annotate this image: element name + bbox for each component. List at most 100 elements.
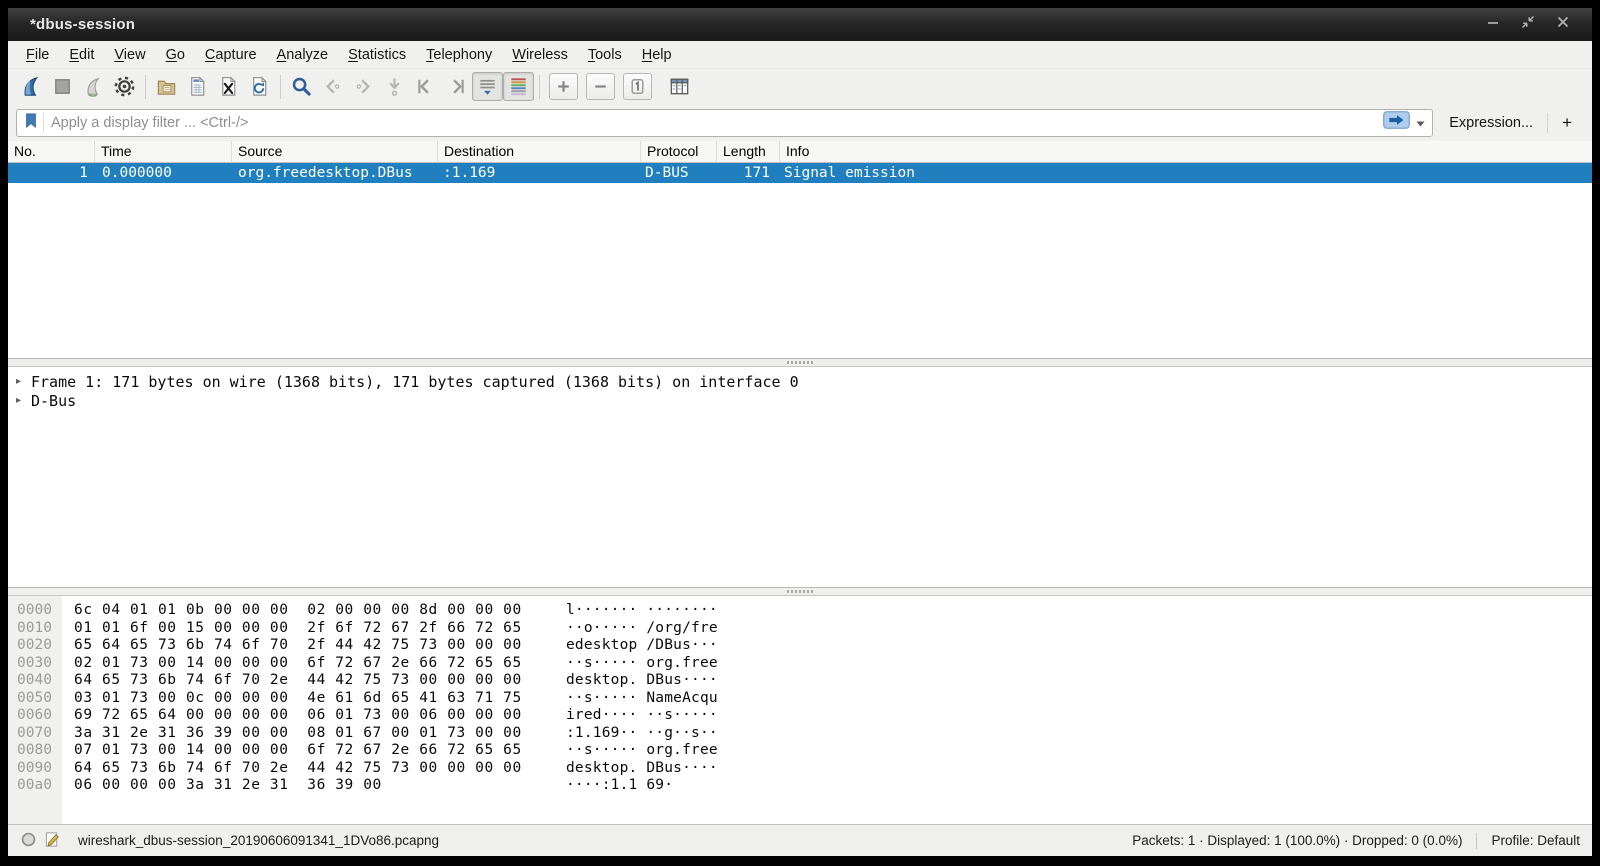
hex-row[interactable]: 0030 02 01 73 00 14 00 00 00 6f 72 67 2e …: [8, 655, 1592, 673]
menu-telephony[interactable]: Telephony: [416, 42, 502, 68]
resize-columns-button[interactable]: [664, 72, 695, 101]
hex-ascii: desktop. DBus····: [566, 672, 718, 688]
restore-button[interactable]: [1519, 14, 1537, 35]
column-header-time[interactable]: Time: [95, 141, 232, 162]
close-file-button[interactable]: [213, 72, 244, 101]
toolbar-separator: [539, 74, 540, 99]
first-packet-icon: [414, 75, 437, 98]
packet-list-body[interactable]: 1 0.000000 org.freedesktop.DBus:1.169 D-BUS…: [8, 163, 1592, 358]
zoom-out-button[interactable]: [586, 73, 615, 100]
goto-packet-icon: [383, 75, 406, 98]
splitter-grip: [787, 590, 813, 593]
splitter-hex[interactable]: [8, 587, 1592, 596]
normal-size-button[interactable]: [623, 73, 652, 100]
menu-help[interactable]: Help: [632, 42, 682, 68]
display-filter-input[interactable]: Apply a display filter ... <Ctrl-/>: [16, 108, 1434, 137]
go-first-packet-button[interactable]: [410, 72, 441, 101]
hex-row[interactable]: 0020 65 64 65 73 6b 74 6f 70 2f 44 42 75 …: [8, 637, 1592, 655]
splitter-details[interactable]: [8, 358, 1592, 367]
packet-row[interactable]: 1 0.000000 org.freedesktop.DBus:1.169 D-BUS…: [8, 163, 1592, 183]
hex-row[interactable]: 00a0 06 00 00 00 3a 31 2e 31 36 39 00 ····…: [8, 777, 1592, 795]
packet-cell-time: 0.000000: [102, 165, 172, 181]
hex-row[interactable]: 0070 3a 31 2e 31 36 39 00 00 08 01 67 00 …: [8, 725, 1592, 743]
zoom-out-icon: [589, 75, 612, 98]
detail-tree-row[interactable]: ▸ D-Bus: [8, 391, 1592, 410]
expander-icon[interactable]: ▸: [16, 376, 31, 387]
menu-statistics[interactable]: Statistics: [338, 42, 416, 68]
last-packet-icon: [445, 75, 468, 98]
menu-tools[interactable]: Tools: [578, 42, 632, 68]
hex-ascii: ··s····· org.free: [566, 654, 718, 671]
column-header-destination[interactable]: Destination: [438, 141, 641, 162]
file-save-icon: [186, 75, 209, 98]
capture-comment-button[interactable]: [40, 830, 64, 852]
hex-bytes: 03 01 73 00 0c 00 00 00 4e 61 6d 65 41 6…: [74, 689, 522, 706]
restart-capture-button[interactable]: [78, 72, 109, 101]
zoom-normal-icon: [626, 75, 649, 98]
titlebar[interactable]: *dbus-session: [8, 8, 1592, 41]
packet-details-pane[interactable]: ▸ Frame 1: 171 bytes on wire (1368 bits),…: [8, 367, 1592, 587]
splitter-grip: [787, 361, 813, 364]
hex-row[interactable]: 0050 03 01 73 00 0c 00 00 00 4e 61 6d 65 …: [8, 690, 1592, 708]
expert-info-button[interactable]: [16, 830, 40, 852]
menu-view[interactable]: View: [104, 42, 155, 68]
add-filter-button[interactable]: +: [1547, 112, 1582, 133]
menu-wireless[interactable]: Wireless: [502, 42, 578, 68]
packet-list-pane: No. Time Source Destination Protocol Length In…: [8, 141, 1592, 358]
reload-file-button[interactable]: [244, 72, 275, 101]
capture-options-button[interactable]: [109, 72, 140, 101]
minimize-button[interactable]: [1484, 16, 1502, 34]
column-header-length[interactable]: Length: [717, 141, 780, 162]
start-capture-button[interactable]: [16, 72, 47, 101]
zoom-in-button[interactable]: [549, 73, 578, 100]
menu-go[interactable]: Go: [156, 42, 195, 68]
open-file-button[interactable]: [151, 72, 182, 101]
column-header-source[interactable]: Source: [232, 141, 438, 162]
hex-offset: 0030: [17, 654, 52, 671]
menu-capture[interactable]: Capture: [195, 42, 267, 68]
hex-row[interactable]: 0060 69 72 65 64 00 00 00 00 06 01 73 00 …: [8, 707, 1592, 725]
filter-dropdown-caret-icon[interactable]: [1416, 114, 1425, 132]
go-back-button[interactable]: [317, 72, 348, 101]
column-header-info[interactable]: Info: [780, 141, 1592, 162]
shark-fin-gray-icon: [82, 75, 105, 98]
column-header-no[interactable]: No.: [8, 141, 95, 162]
hex-offset: 0090: [17, 759, 52, 776]
hex-row[interactable]: 0090 64 65 73 6b 74 6f 70 2e 44 42 75 73 …: [8, 760, 1592, 778]
menu-file[interactable]: File: [16, 42, 59, 68]
go-to-packet-button[interactable]: [379, 72, 410, 101]
find-packet-button[interactable]: [286, 72, 317, 101]
hex-row[interactable]: 0080 07 01 73 00 14 00 00 00 6f 72 67 2e …: [8, 742, 1592, 760]
hex-row[interactable]: 0010 01 01 6f 00 15 00 00 00 2f 6f 72 67 …: [8, 620, 1592, 638]
packet-cell-destination: :1.169: [443, 165, 496, 181]
filter-placeholder: Apply a display filter ... <Ctrl-/>: [51, 114, 249, 131]
expander-icon[interactable]: ▸: [16, 395, 31, 406]
detail-tree-row[interactable]: ▸ Frame 1: 171 bytes on wire (1368 bits),…: [8, 372, 1592, 391]
hex-dump-pane[interactable]: 0000 6c 04 01 01 0b 00 00 00 02 00 00 00 …: [8, 596, 1592, 824]
packet-cell-no: 1: [79, 165, 88, 181]
menu-analyze[interactable]: Analyze: [267, 42, 339, 68]
detail-text: Frame 1: 171 bytes on wire (1368 bits), …: [31, 372, 799, 391]
apply-filter-button[interactable]: [1383, 111, 1411, 134]
auto-scroll-button[interactable]: [472, 72, 503, 101]
stop-capture-button[interactable]: [47, 72, 78, 101]
profile-label[interactable]: Profile: Default: [1491, 833, 1582, 848]
restore-icon: [1520, 14, 1536, 35]
stop-icon: [51, 75, 74, 98]
zoom-in-icon: [552, 75, 575, 98]
close-button[interactable]: [1554, 16, 1572, 34]
hex-offset: 0050: [17, 689, 52, 706]
hex-bytes: 06 00 00 00 3a 31 2e 31 36 39 00: [74, 777, 382, 793]
filter-bookmark-button[interactable]: [22, 112, 44, 133]
column-header-protocol[interactable]: Protocol: [641, 141, 717, 162]
wireshark-window: *dbus-session File Edit View Go Capture Analy…: [8, 8, 1592, 856]
hex-row[interactable]: 0000 6c 04 01 01 0b 00 00 00 02 00 00 00 …: [8, 602, 1592, 620]
colorize-button[interactable]: [503, 72, 534, 101]
save-file-button[interactable]: [182, 72, 213, 101]
go-last-packet-button[interactable]: [441, 72, 472, 101]
menu-edit[interactable]: Edit: [59, 42, 104, 68]
menubar: File Edit View Go Capture Analyze Statistics Te…: [8, 41, 1592, 69]
hex-row[interactable]: 0040 64 65 73 6b 74 6f 70 2e 44 42 75 73 …: [8, 672, 1592, 690]
expression-button[interactable]: Expression...: [1433, 115, 1547, 131]
go-forward-button[interactable]: [348, 72, 379, 101]
